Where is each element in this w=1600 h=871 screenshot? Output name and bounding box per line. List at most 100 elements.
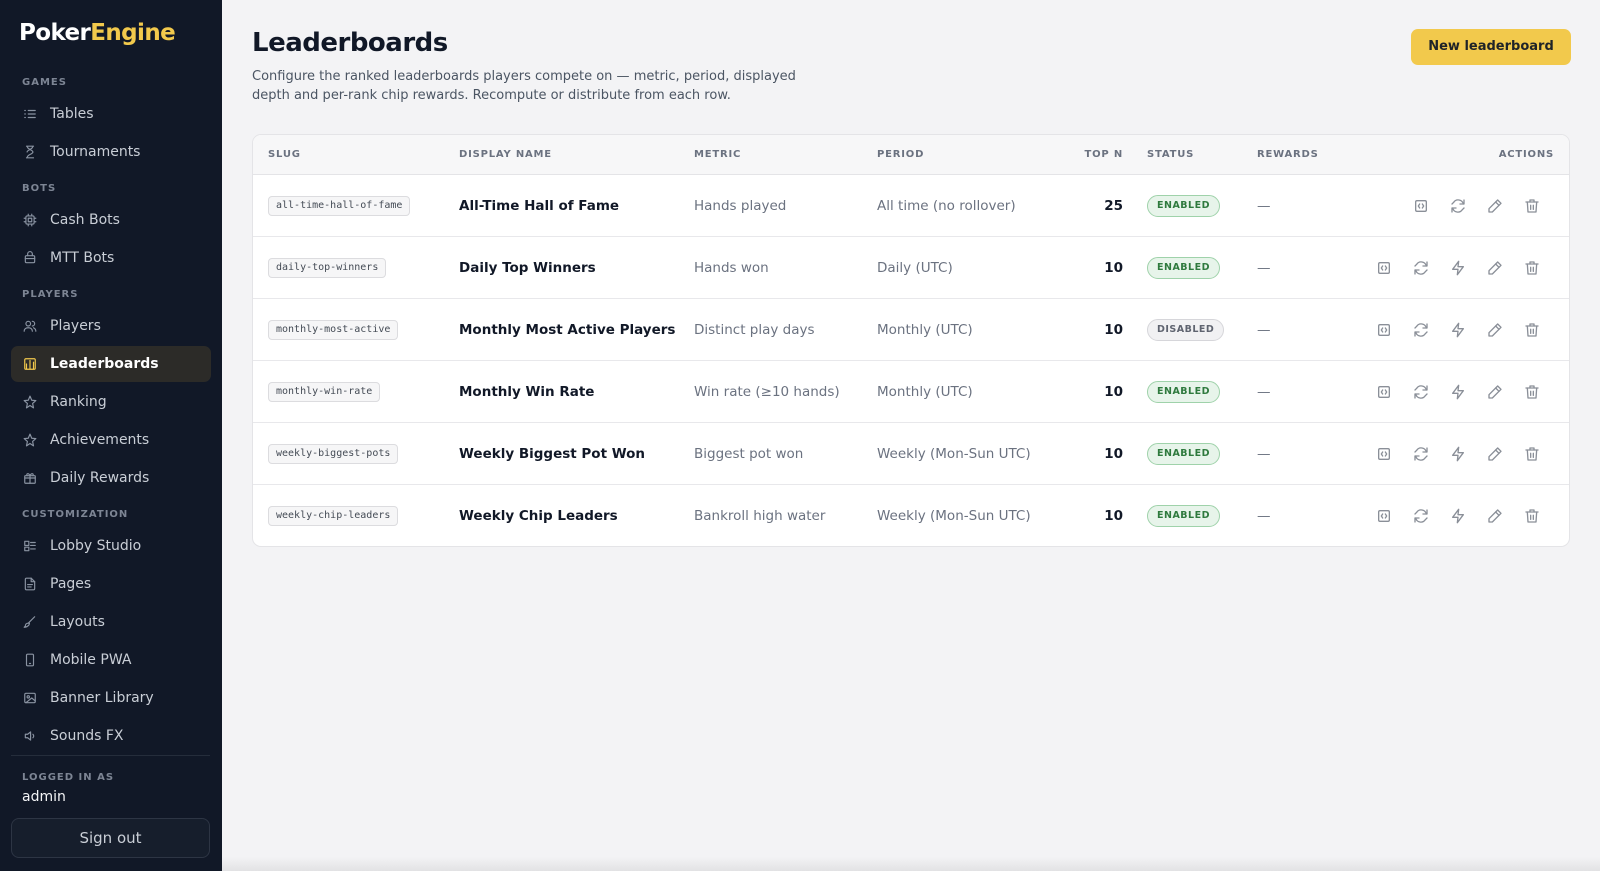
sidebar-item-label: Mobile PWA — [50, 652, 132, 668]
app-logo[interactable]: PokerEngine — [19, 20, 176, 46]
column-header-period[interactable]: PERIOD — [877, 135, 924, 175]
preview-button[interactable] — [1376, 384, 1392, 400]
nav-section-players: PLAYERS — [22, 289, 79, 300]
pencil-icon — [1487, 508, 1503, 524]
recompute-button[interactable] — [1413, 446, 1429, 462]
sidebar-nav: GAMES Tables Tournaments BOTS Cash Bots MTT B… — [0, 70, 222, 750]
users-icon — [23, 319, 37, 333]
pencil-icon — [1487, 322, 1503, 338]
bolt-icon — [1450, 322, 1466, 338]
top-n-cell: 10 — [1104, 446, 1123, 462]
top-n-cell: 10 — [1104, 322, 1123, 338]
smartphone-icon — [23, 653, 37, 667]
metric-cell: Bankroll high water — [694, 508, 826, 524]
top-n-cell: 10 — [1104, 260, 1123, 276]
page-description: Configure the ranked leaderboards player… — [252, 69, 796, 103]
sidebar-item-players[interactable]: Players — [11, 308, 211, 344]
distribute-button[interactable] — [1450, 446, 1466, 462]
sidebar-item-mtt-bots[interactable]: MTT Bots — [11, 240, 211, 276]
delete-button[interactable] — [1524, 322, 1540, 338]
logo-text-primary: Poker — [19, 20, 91, 46]
distribute-button[interactable] — [1450, 322, 1466, 338]
recompute-button[interactable] — [1413, 322, 1429, 338]
sidebar: PokerEngine GAMES Tables Tournaments BOTS Ca… — [0, 0, 222, 871]
recompute-button[interactable] — [1413, 508, 1429, 524]
column-header-display-name[interactable]: DISPLAY NAME — [459, 135, 552, 175]
edit-button[interactable] — [1487, 322, 1503, 338]
sidebar-item-leaderboards[interactable]: Leaderboards — [11, 346, 211, 382]
delete-button[interactable] — [1524, 198, 1540, 214]
delete-button[interactable] — [1524, 260, 1540, 276]
distribute-button[interactable] — [1450, 260, 1466, 276]
sidebar-item-ranking[interactable]: Ranking — [11, 384, 211, 420]
preview-icon — [1376, 508, 1392, 524]
delete-button[interactable] — [1524, 384, 1540, 400]
bar-chart-icon — [23, 357, 37, 371]
edit-button[interactable] — [1487, 198, 1503, 214]
column-header-metric[interactable]: METRIC — [694, 135, 741, 175]
column-header-slug[interactable]: SLUG — [268, 135, 301, 175]
edit-button[interactable] — [1487, 446, 1503, 462]
preview-button[interactable] — [1376, 260, 1392, 276]
nav-section-games: GAMES — [22, 77, 67, 88]
preview-icon — [1413, 198, 1429, 214]
table-row: daily-top-winners Daily Top Winners Hands … — [253, 237, 1569, 299]
logo-text-accent: Engine — [90, 20, 176, 46]
sign-out-button[interactable]: Sign out — [11, 818, 210, 858]
column-header-rewards[interactable]: REWARDS — [1257, 135, 1319, 175]
new-leaderboard-button[interactable]: New leaderboard — [1411, 29, 1571, 65]
sidebar-item-mobile-pwa[interactable]: Mobile PWA — [11, 642, 211, 678]
sidebar-item-banner-library[interactable]: Banner Library — [11, 680, 211, 716]
recompute-button[interactable] — [1450, 198, 1466, 214]
hourglass-icon — [23, 145, 37, 159]
rewards-cell: — — [1257, 508, 1271, 524]
display-name-cell: Weekly Chip Leaders — [459, 508, 618, 524]
distribute-button[interactable] — [1450, 384, 1466, 400]
metric-cell: Win rate (≥10 hands) — [694, 384, 840, 400]
status-badge: ENABLED — [1147, 505, 1220, 527]
period-cell: Weekly (Mon-Sun UTC) — [877, 508, 1031, 524]
slug-code: daily-top-winners — [268, 258, 387, 278]
sidebar-item-pages[interactable]: Pages — [11, 566, 211, 602]
sidebar-item-lobby-studio[interactable]: Lobby Studio — [11, 528, 211, 564]
refresh-icon — [1413, 260, 1429, 276]
period-cell: Daily (UTC) — [877, 260, 953, 276]
sidebar-item-label: Cash Bots — [50, 212, 120, 228]
sidebar-item-label: Sounds FX — [50, 728, 124, 744]
top-n-cell: 10 — [1104, 384, 1123, 400]
sidebar-item-layouts[interactable]: Layouts — [11, 604, 211, 640]
preview-icon — [1376, 322, 1392, 338]
sidebar-item-daily-rewards[interactable]: Daily Rewards — [11, 460, 211, 496]
preview-button[interactable] — [1376, 322, 1392, 338]
sidebar-item-sounds-fx[interactable]: Sounds FX — [11, 718, 211, 750]
distribute-button[interactable] — [1450, 508, 1466, 524]
logged-in-username: admin — [22, 789, 66, 805]
brush-icon — [23, 615, 37, 629]
preview-button[interactable] — [1376, 508, 1392, 524]
sidebar-item-label: Pages — [50, 576, 92, 592]
main-content: Leaderboards Configure the ranked leader… — [222, 0, 1600, 871]
metric-cell: Hands played — [694, 198, 787, 214]
preview-button[interactable] — [1376, 446, 1392, 462]
sidebar-item-tournaments[interactable]: Tournaments — [11, 134, 211, 170]
table-header: SLUG DISPLAY NAME METRIC PERIOD TOP N ST… — [253, 135, 1569, 175]
edit-button[interactable] — [1487, 508, 1503, 524]
delete-button[interactable] — [1524, 508, 1540, 524]
edit-button[interactable] — [1487, 384, 1503, 400]
sidebar-item-label: Achievements — [50, 432, 150, 448]
edit-button[interactable] — [1487, 260, 1503, 276]
preview-button[interactable] — [1413, 198, 1429, 214]
recompute-button[interactable] — [1413, 260, 1429, 276]
sidebar-item-label: Daily Rewards — [50, 470, 150, 486]
recompute-button[interactable] — [1413, 384, 1429, 400]
delete-button[interactable] — [1524, 446, 1540, 462]
slug-code: monthly-win-rate — [268, 382, 381, 402]
display-name-cell: Daily Top Winners — [459, 260, 596, 276]
sidebar-item-tables[interactable]: Tables — [11, 96, 211, 132]
sidebar-item-cash-bots[interactable]: Cash Bots — [11, 202, 211, 238]
sidebar-item-achievements[interactable]: Achievements — [11, 422, 211, 458]
column-header-top-n[interactable]: TOP N — [1053, 135, 1123, 175]
table-row: weekly-biggest-pots Weekly Biggest Pot Wo… — [253, 423, 1569, 485]
display-name-cell: Weekly Biggest Pot Won — [459, 446, 646, 462]
column-header-status[interactable]: STATUS — [1147, 135, 1194, 175]
